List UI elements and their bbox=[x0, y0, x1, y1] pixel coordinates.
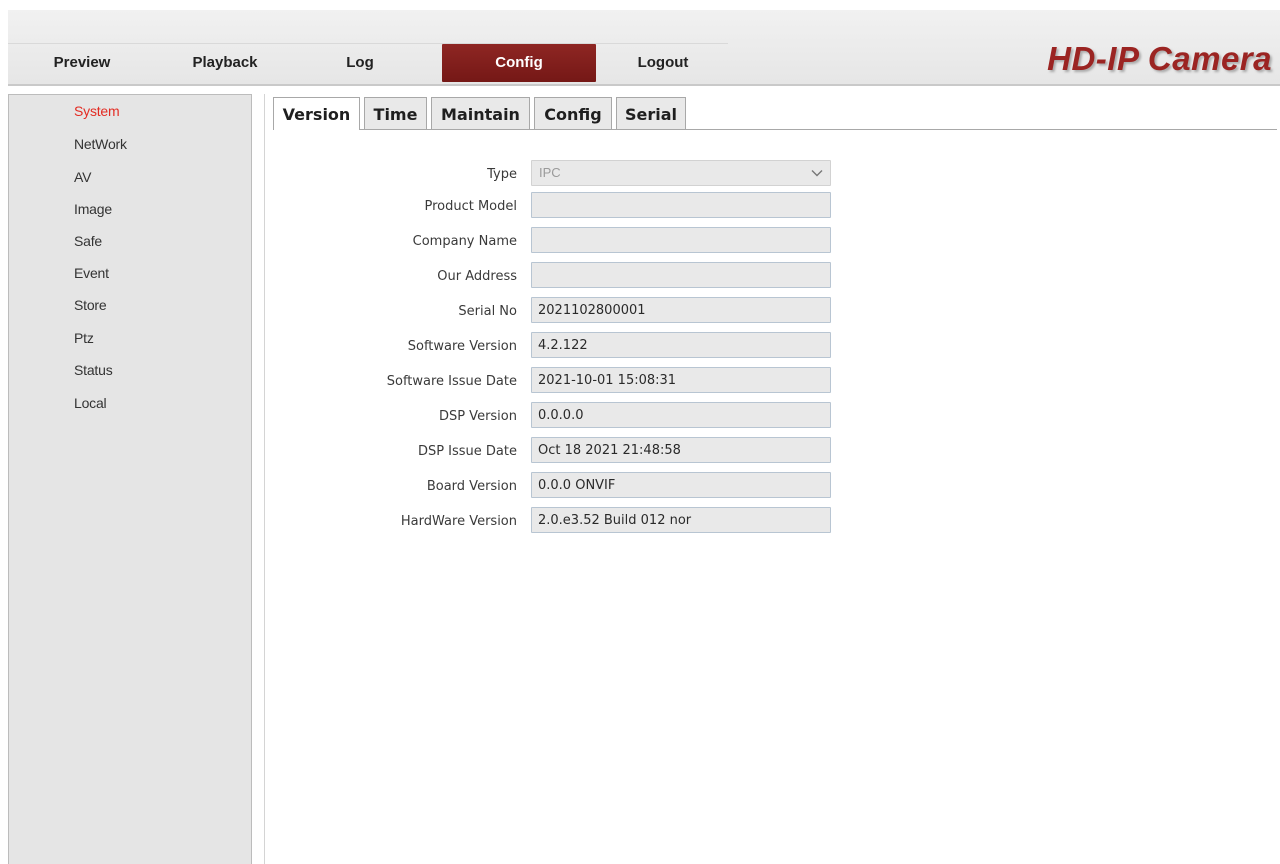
software-issue-date-row: Software Issue Date bbox=[265, 367, 1265, 393]
sidebar-item-ptz[interactable]: Ptz bbox=[74, 330, 94, 346]
sidebar-item-safe[interactable]: Safe bbox=[74, 233, 102, 249]
software-issue-date-label: Software Issue Date bbox=[386, 374, 517, 389]
product-model-input[interactable] bbox=[531, 192, 831, 218]
sidebar-item-image[interactable]: Image bbox=[74, 201, 112, 217]
our-address-label: Our Address bbox=[437, 269, 517, 284]
sidebar: System NetWork AV Image Safe Event Store… bbox=[8, 94, 252, 864]
board-version-input[interactable] bbox=[531, 472, 831, 498]
dsp-version-row: DSP Version bbox=[265, 402, 1265, 428]
tab-config[interactable]: Config bbox=[534, 97, 612, 129]
board-version-label: Board Version bbox=[426, 479, 517, 494]
software-issue-date-input[interactable] bbox=[531, 367, 831, 393]
tab-time[interactable]: Time bbox=[364, 97, 427, 129]
tab-version[interactable]: Version bbox=[273, 97, 360, 130]
hardware-version-row: HardWare Version bbox=[265, 507, 1265, 533]
brand-logo: HD-IP Camera bbox=[1047, 40, 1272, 77]
nav-logout[interactable]: Logout bbox=[618, 44, 708, 82]
sidebar-item-network[interactable]: NetWork bbox=[74, 136, 127, 152]
main-panel: Version Time Maintain Config Serial Type… bbox=[264, 94, 1280, 864]
dsp-issue-date-label: DSP Issue Date bbox=[417, 444, 517, 459]
nav-playback[interactable]: Playback bbox=[180, 44, 270, 82]
app-window: Preview Playback Log Config Logout HD-IP… bbox=[0, 0, 1280, 864]
nav-preview[interactable]: Preview bbox=[44, 44, 120, 82]
nav-log[interactable]: Log bbox=[328, 44, 392, 82]
sidebar-item-av[interactable]: AV bbox=[74, 169, 91, 185]
tab-serial[interactable]: Serial bbox=[616, 97, 686, 129]
type-row: Type IPC bbox=[265, 160, 1265, 186]
sidebar-item-system[interactable]: System bbox=[74, 103, 120, 119]
top-navigation-bar: Preview Playback Log Config Logout HD-IP… bbox=[8, 10, 1280, 86]
company-name-input[interactable] bbox=[531, 227, 831, 253]
tab-strip-divider bbox=[273, 129, 1277, 130]
dsp-issue-date-row: DSP Issue Date bbox=[265, 437, 1265, 463]
type-select[interactable]: IPC bbox=[531, 160, 831, 186]
type-label: Type bbox=[487, 167, 517, 182]
hardware-version-label: HardWare Version bbox=[400, 514, 517, 529]
dsp-version-label: DSP Version bbox=[438, 409, 517, 424]
tab-maintain[interactable]: Maintain bbox=[431, 97, 530, 129]
software-version-input[interactable] bbox=[531, 332, 831, 358]
hardware-version-input[interactable] bbox=[531, 507, 831, 533]
nav-config[interactable]: Config bbox=[442, 44, 596, 82]
company-name-row: Company Name bbox=[265, 227, 1265, 253]
serial-no-input[interactable] bbox=[531, 297, 831, 323]
dsp-issue-date-input[interactable] bbox=[531, 437, 831, 463]
chevron-down-icon bbox=[811, 170, 823, 177]
software-version-label: Software Version bbox=[407, 339, 517, 354]
our-address-row: Our Address bbox=[265, 262, 1265, 288]
sidebar-item-store[interactable]: Store bbox=[74, 297, 107, 313]
dsp-version-input[interactable] bbox=[531, 402, 831, 428]
board-version-row: Board Version bbox=[265, 472, 1265, 498]
our-address-input[interactable] bbox=[531, 262, 831, 288]
type-select-value: IPC bbox=[539, 165, 561, 180]
sidebar-item-local[interactable]: Local bbox=[74, 395, 107, 411]
serial-no-row: Serial No bbox=[265, 297, 1265, 323]
sidebar-item-status[interactable]: Status bbox=[74, 362, 113, 378]
product-model-row: Product Model bbox=[265, 192, 1265, 218]
software-version-row: Software Version bbox=[265, 332, 1265, 358]
serial-no-label: Serial No bbox=[458, 304, 517, 319]
product-model-label: Product Model bbox=[424, 199, 517, 214]
company-name-label: Company Name bbox=[412, 234, 517, 249]
sidebar-item-event[interactable]: Event bbox=[74, 265, 109, 281]
